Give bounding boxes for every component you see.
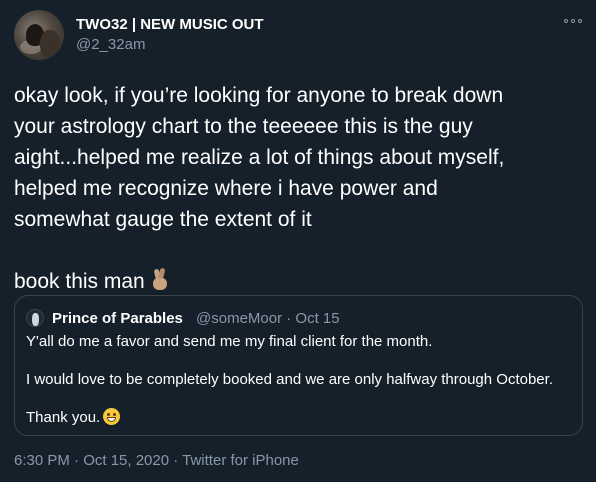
crossed-fingers-icon [149, 267, 171, 291]
quoted-tweet-paragraph: Y'all do me a favor and send me my final… [26, 333, 433, 350]
quoted-tweet-paragraph: I would love to be completely booked and… [26, 371, 553, 388]
tweet-text-line: your astrology chart to the teeeeee this… [14, 115, 473, 138]
quoted-tweet-last-line: Thank you. [26, 408, 571, 428]
quoted-tweet-paragraph: Thank you. [26, 409, 101, 426]
quoted-tweet[interactable]: Prince of Parables @someMoor · Oct 15 Y'… [14, 295, 583, 436]
quoted-tweet-body: Y'all do me a favor and send me my final… [26, 332, 571, 446]
tweet-header: TWO32 | NEW MUSIC OUT @2_32am [14, 10, 584, 60]
tweet-text-line: aight...helped me realize a lot of thing… [14, 146, 505, 169]
tweet-card: TWO32 | NEW MUSIC OUT @2_32am okay look,… [0, 0, 596, 482]
author-avatar[interactable] [14, 10, 64, 60]
tweet-timestamp[interactable]: 6:30 PM · Oct 15, 2020 · Twitter for iPh… [14, 452, 299, 469]
grinning-face-icon [103, 408, 121, 425]
tweet-text: okay look, if you’re looking for anyone … [14, 80, 584, 297]
tweet-text-line: helped me recognize where i have power a… [14, 177, 438, 200]
quoted-author-handle-date: @someMoor · Oct 15 [196, 310, 340, 327]
tweet-closing-text: book this man [14, 270, 145, 293]
more-options-icon[interactable] [564, 14, 582, 28]
author-display-name[interactable]: TWO32 | NEW MUSIC OUT [76, 16, 264, 33]
tweet-text-line: somewhat gauge the extent of it [14, 208, 312, 231]
tweet-text-line: okay look, if you’re looking for anyone … [14, 84, 504, 107]
quoted-author-name: Prince of Parables [52, 310, 183, 327]
quoted-author-avatar [26, 309, 44, 327]
tweet-closing-line: book this man [14, 266, 584, 297]
author-handle[interactable]: @2_32am [76, 36, 145, 53]
